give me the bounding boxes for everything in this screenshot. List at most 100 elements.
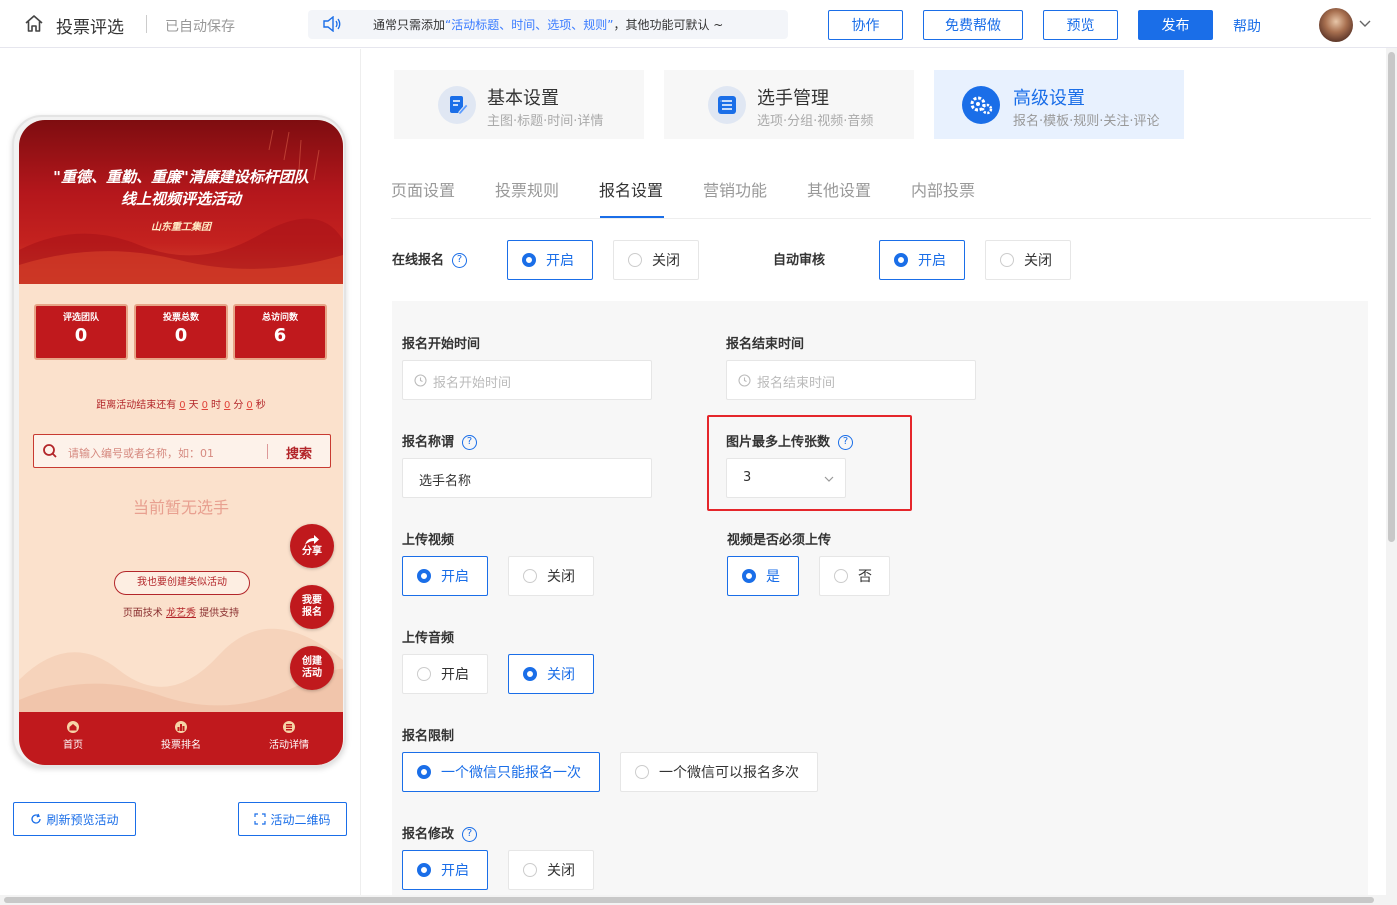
video-required-label: 视频是否必须上传: [727, 533, 832, 548]
card-subtitle: 选项·分组·视频·音频: [757, 114, 874, 129]
activity-banner: "重德、重勤、重廉"清廉建设标杆团队 线上视频评选活动 山东重工集团: [19, 120, 343, 284]
tab-internal-vote[interactable]: 内部投票: [911, 177, 975, 201]
divider: [146, 15, 147, 33]
avatar[interactable]: [1319, 8, 1353, 42]
ranking-icon: [175, 721, 187, 733]
stat-value: 6: [273, 325, 287, 346]
tab-other-settings[interactable]: 其他设置: [807, 177, 871, 201]
question-icon[interactable]: ?: [462, 435, 478, 450]
radio-dot: [894, 253, 908, 267]
upload-video-on-radio[interactable]: 开启: [402, 556, 488, 596]
chevron-down-icon[interactable]: [1358, 16, 1372, 30]
tab-marketing[interactable]: 营销功能: [703, 177, 767, 201]
upload-audio-label: 上传音频: [402, 631, 455, 646]
upload-audio-on-radio[interactable]: 开启: [402, 654, 488, 694]
signup-limit-multi-radio[interactable]: 一个微信可以报名多次: [620, 752, 818, 792]
auto-review-on-radio[interactable]: 开启: [879, 240, 965, 280]
scrollbar-thumb[interactable]: [1388, 52, 1395, 542]
create-similar-button[interactable]: 我也要创建类似活动: [114, 571, 250, 595]
search-placeholder: 请输入编号或者名称，如：01: [68, 447, 214, 460]
signup-modify-off-radio[interactable]: 关闭: [508, 850, 594, 890]
card-player-management[interactable]: 选手管理 选项·分组·视频·音频: [664, 70, 914, 139]
start-time-input[interactable]: 报名开始时间: [402, 360, 652, 400]
refresh-preview-button[interactable]: 刷新预览活动: [13, 802, 136, 836]
radio-dot: [742, 569, 756, 583]
upload-video-label: 上传视频: [402, 533, 455, 548]
free-help-button[interactable]: 免费帮做: [923, 10, 1023, 40]
signup-fab-button[interactable]: 我要 报名: [290, 585, 334, 629]
card-title: 基本设置: [487, 88, 559, 109]
radio-dot: [417, 569, 431, 583]
card-subtitle: 主图·标题·时间·详情: [487, 114, 604, 129]
settings-panel: 基本设置 主图·标题·时间·详情 选手管理 选项·分组·视频·音频 高级设置 报…: [362, 49, 1382, 895]
signup-modify-on-radio[interactable]: 开启: [402, 850, 488, 890]
active-tab-indicator: [600, 216, 664, 218]
stat-visits: 总访问数 6: [233, 304, 327, 360]
end-time-label: 报名结束时间: [726, 337, 805, 352]
phone-preview: "重德、重勤、重廉"清廉建设标杆团队 线上视频评选活动 山东重工集团 评选团队 …: [12, 115, 346, 767]
home-icon: [67, 721, 79, 733]
home-icon[interactable]: [24, 14, 44, 34]
phone-search-button[interactable]: 搜索: [286, 443, 312, 462]
gear-icon: [962, 86, 1000, 124]
notice-text: 通常只需添加“活动标题、时间、选项、规则”，其他功能可默认 ~: [373, 18, 724, 32]
video-required-no-radio[interactable]: 否: [819, 556, 890, 596]
tabbar-ranking[interactable]: 投票排名: [131, 720, 231, 751]
phone-tabbar: 首页 投票排名 活动详情: [19, 712, 343, 765]
radio-dot: [523, 667, 537, 681]
question-icon[interactable]: ?: [452, 253, 468, 268]
auto-review-off-radio[interactable]: 关闭: [985, 240, 1071, 280]
radio-dot: [417, 863, 431, 877]
title-name-input[interactable]: 选手名称: [402, 458, 652, 498]
stat-value: 0: [174, 325, 188, 346]
phone-screen[interactable]: "重德、重勤、重廉"清廉建设标杆团队 线上视频评选活动 山东重工集团 评选团队 …: [19, 120, 343, 765]
stat-label: 投票总数: [162, 313, 199, 323]
qrcode-button[interactable]: 活动二维码: [238, 802, 347, 836]
empty-state-text: 当前暂无选手: [132, 498, 229, 517]
video-required-yes-radio[interactable]: 是: [727, 556, 799, 596]
end-time-input[interactable]: 报名结束时间: [726, 360, 976, 400]
vertical-scrollbar[interactable]: [1386, 48, 1397, 905]
tab-vote-rules[interactable]: 投票规则: [495, 177, 559, 201]
radio-dot: [522, 253, 536, 267]
publish-button[interactable]: 发布: [1138, 10, 1213, 40]
card-basic-settings[interactable]: 基本设置 主图·标题·时间·详情: [394, 70, 644, 139]
clock-icon: [738, 374, 751, 387]
speaker-icon: [323, 16, 341, 32]
upload-audio-off-radio[interactable]: 关闭: [508, 654, 594, 694]
notice-bar: 通常只需添加“活动标题、时间、选项、规则”，其他功能可默认 ~: [308, 10, 788, 39]
radio-dot: [635, 765, 649, 779]
card-title: 选手管理: [757, 88, 829, 109]
app-title: 投票评选: [56, 18, 124, 38]
signup-limit-once-radio[interactable]: 一个微信只能报名一次: [402, 752, 600, 792]
help-link[interactable]: 帮助: [1233, 16, 1261, 36]
banner-organization: 山东重工集团: [151, 222, 211, 233]
radio-dot: [417, 765, 431, 779]
radio-dot: [417, 667, 431, 681]
input-placeholder: 报名开始时间: [433, 376, 512, 391]
list-icon: [708, 86, 746, 124]
autosave-status: 已自动保存: [165, 19, 235, 35]
tab-page-settings[interactable]: 页面设置: [391, 177, 455, 201]
question-icon[interactable]: ?: [462, 827, 478, 842]
upload-video-off-radio[interactable]: 关闭: [508, 556, 594, 596]
card-advanced-settings[interactable]: 高级设置 报名·模板·规则·关注·评论: [934, 70, 1184, 139]
online-signup-off-radio[interactable]: 关闭: [613, 240, 699, 280]
search-icon: [43, 444, 57, 458]
tabbar-home[interactable]: 首页: [23, 720, 123, 751]
online-signup-label: 在线报名?: [392, 249, 468, 268]
create-activity-fab-button[interactable]: 创建 活动: [290, 646, 334, 690]
details-icon: [283, 721, 295, 733]
preview-button[interactable]: 预览: [1043, 10, 1118, 40]
scrollbar-thumb[interactable]: [4, 897, 1374, 903]
tabs-divider: [391, 218, 1371, 219]
online-signup-on-radio[interactable]: 开启: [507, 240, 593, 280]
banner-title-line2: 线上视频评选活动: [120, 190, 241, 208]
phone-search-input[interactable]: 请输入编号或者名称，如：01 搜索: [33, 434, 331, 468]
horizontal-scrollbar[interactable]: [0, 895, 1386, 905]
tabbar-details[interactable]: 活动详情: [239, 720, 339, 751]
share-button[interactable]: 分享: [290, 524, 334, 568]
collab-button[interactable]: 协作: [828, 10, 903, 40]
preview-panel: "重德、重勤、重廉"清廉建设标杆团队 线上视频评选活动 山东重工集团 评选团队 …: [0, 49, 361, 895]
tab-signup-settings[interactable]: 报名设置: [599, 177, 663, 201]
